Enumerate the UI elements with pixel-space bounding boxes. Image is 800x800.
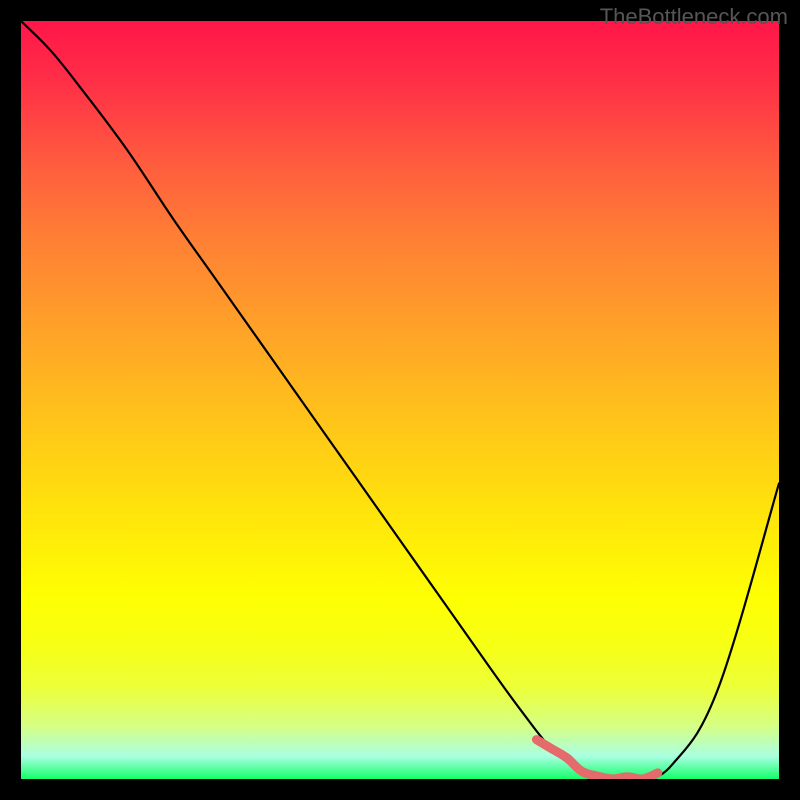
main-curve: [21, 21, 779, 779]
plot-area: [21, 21, 779, 779]
highlight-segment: [536, 740, 657, 779]
curve-overlay: [21, 21, 779, 779]
watermark-label: TheBottleneck.com: [600, 4, 788, 30]
chart-container: TheBottleneck.com: [0, 0, 800, 800]
